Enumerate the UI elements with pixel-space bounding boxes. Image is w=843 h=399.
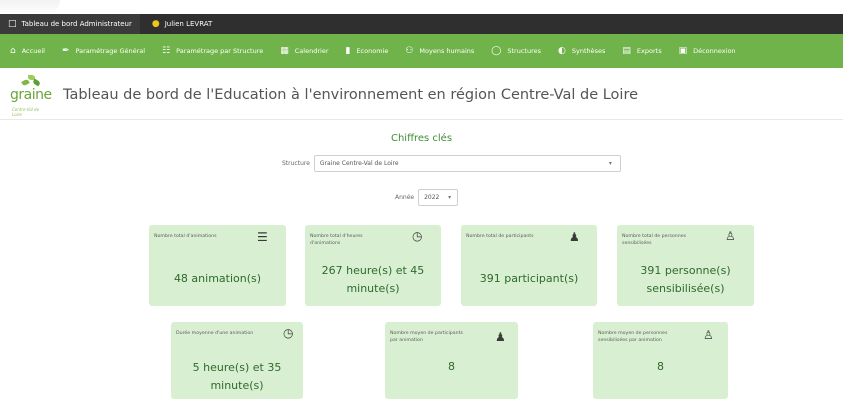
nav-label: Accueil bbox=[21, 47, 45, 55]
card-value: 48 animation(s) bbox=[173, 272, 262, 285]
stat-card-animations: Nombre total d'animations ☰ 48 animation… bbox=[149, 225, 286, 306]
user-menu[interactable]: ● Julien LEVRAT bbox=[144, 14, 220, 34]
wrench-icon: ✒ bbox=[61, 46, 70, 56]
stat-card-sensibilisees: Nombre total de personnes sensibilisées … bbox=[617, 225, 754, 306]
corner-decoration bbox=[0, 0, 60, 14]
stat-card-moyen-participants: Nombre moyen de participants par animati… bbox=[385, 322, 518, 399]
user-name: Julien LEVRAT bbox=[164, 20, 213, 28]
user-plus-icon: ♙ bbox=[703, 328, 714, 342]
nav-label: Structures bbox=[507, 47, 541, 55]
structure-filter: Structure Graine Centre-Val de Loire ▾ bbox=[282, 155, 621, 172]
nav-item-exports[interactable]: ▤ Exports bbox=[616, 34, 672, 68]
main-nav: ⌂ Accueil ✒ Paramétrage Général ☷ Paramétra… bbox=[0, 34, 843, 68]
stat-card-heures: Nombre total d'heures d'animations ◷ 267… bbox=[305, 225, 441, 306]
structure-icon: ◯ bbox=[491, 46, 502, 56]
nav-label: Synthèses bbox=[571, 47, 606, 55]
nav-item-moyens-humains[interactable]: ⚇ Moyens humains bbox=[399, 34, 485, 68]
calendar-icon: ▦ bbox=[280, 46, 289, 56]
nav-label: Déconnexion bbox=[693, 47, 736, 55]
nav-label: Exports bbox=[636, 47, 662, 55]
card-label: Durée moyenne d'une animation bbox=[176, 331, 254, 336]
nav-label: Paramétrage par Structure bbox=[176, 47, 264, 55]
structure-value: Graine Centre-Val de Loire bbox=[319, 160, 399, 167]
card-value: 391 personne(s) sensibilisée(s) bbox=[640, 264, 731, 295]
logout-icon: ▣ bbox=[678, 46, 688, 56]
dashboard-tab[interactable]: □ Tableau de bord Administrateur bbox=[0, 14, 140, 34]
leaves-icon bbox=[20, 74, 41, 88]
section-title: Chiffres clés bbox=[390, 133, 453, 144]
card-value: 8 bbox=[448, 360, 455, 373]
nav-item-deconnexion[interactable]: ▣ Déconnexion bbox=[673, 34, 747, 68]
nav-item-syntheses[interactable]: ◐ Synthèses bbox=[552, 34, 616, 68]
card-value: 8 bbox=[657, 360, 664, 373]
dashboard-icon: □ bbox=[8, 19, 17, 29]
page-header: graine Centre-Val de Loire Tableau de bo… bbox=[0, 68, 843, 120]
nav-item-parametrage-general[interactable]: ✒ Paramétrage Général bbox=[56, 34, 156, 68]
group-icon: ♟ bbox=[495, 330, 506, 344]
pie-chart-icon: ◐ bbox=[558, 46, 566, 56]
card-label: Nombre total d'animations bbox=[154, 234, 217, 239]
card-label: Nombre moyen de participants par animati… bbox=[390, 331, 463, 343]
dashboard-tab-label: Tableau de bord Administrateur bbox=[21, 20, 132, 28]
top-bar: □ Tableau de bord Administrateur ● Julie… bbox=[0, 14, 843, 34]
graine-logo[interactable]: graine Centre-Val de Loire bbox=[10, 74, 52, 117]
annee-label: Année bbox=[395, 194, 415, 201]
annee-filter: Année 2022 ▾ bbox=[395, 189, 459, 206]
clock-icon: ◷ bbox=[283, 326, 294, 340]
stat-card-participants: Nombre total de participants ♟ 391 parti… bbox=[461, 225, 597, 306]
card-value: 391 participant(s) bbox=[479, 272, 579, 285]
chevron-down-icon: ▾ bbox=[608, 160, 612, 167]
annee-value: 2022 bbox=[424, 194, 440, 201]
nav-item-parametrage-structure[interactable]: ☷ Paramétrage par Structure bbox=[156, 34, 274, 68]
user-icon: ● bbox=[151, 19, 160, 29]
nav-label: Paramétrage Général bbox=[75, 47, 146, 55]
card-value: 5 heure(s) et 35 minute(s) bbox=[192, 361, 282, 392]
stat-card-moyen-sensibilisees: Nombre moyen de personnes sensibilisées … bbox=[593, 322, 728, 399]
people-icon: ⚇ bbox=[405, 46, 414, 56]
card-label: Nombre total d'heures d'animations bbox=[310, 234, 363, 246]
sitemap-icon: ☷ bbox=[162, 46, 171, 56]
group-icon: ♟ bbox=[569, 230, 580, 244]
card-label: Nombre total de personnes sensibilisées bbox=[622, 234, 687, 246]
annee-select[interactable]: 2022 ▾ bbox=[418, 189, 459, 206]
chevron-down-icon: ▾ bbox=[448, 194, 452, 201]
card-value: 267 heure(s) et 45 minute(s) bbox=[321, 264, 425, 295]
logo-tagline: Centre-Val de Loire bbox=[12, 107, 40, 117]
structure-label: Structure bbox=[282, 160, 310, 167]
nav-label: Calendrier bbox=[294, 47, 329, 55]
card-label: Nombre moyen de personnes sensibilisées … bbox=[598, 331, 668, 343]
stat-card-duree-moyenne: Durée moyenne d'une animation ◷ 5 heure(… bbox=[171, 322, 303, 399]
structure-select[interactable]: Graine Centre-Val de Loire ▾ bbox=[313, 155, 621, 172]
bar-chart-icon: ▮ bbox=[345, 46, 351, 56]
nav-label: Moyens humains bbox=[419, 47, 475, 55]
logo-word: graine bbox=[10, 87, 52, 103]
clock-icon: ◷ bbox=[412, 229, 423, 243]
nav-item-accueil[interactable]: ⌂ Accueil bbox=[4, 34, 56, 68]
nav-item-structures[interactable]: ◯ Structures bbox=[485, 34, 552, 68]
nav-label: Economie bbox=[356, 47, 389, 55]
database-icon: ☰ bbox=[257, 230, 268, 244]
card-label: Nombre total de participants bbox=[466, 234, 534, 239]
page-title: Tableau de bord de l'Education à l'envir… bbox=[63, 87, 639, 103]
nav-item-calendrier[interactable]: ▦ Calendrier bbox=[274, 34, 339, 68]
user-plus-icon: ♙ bbox=[725, 229, 736, 243]
home-icon: ⌂ bbox=[10, 46, 16, 56]
nav-item-economie[interactable]: ▮ Economie bbox=[340, 34, 400, 68]
export-icon: ▤ bbox=[622, 46, 631, 56]
